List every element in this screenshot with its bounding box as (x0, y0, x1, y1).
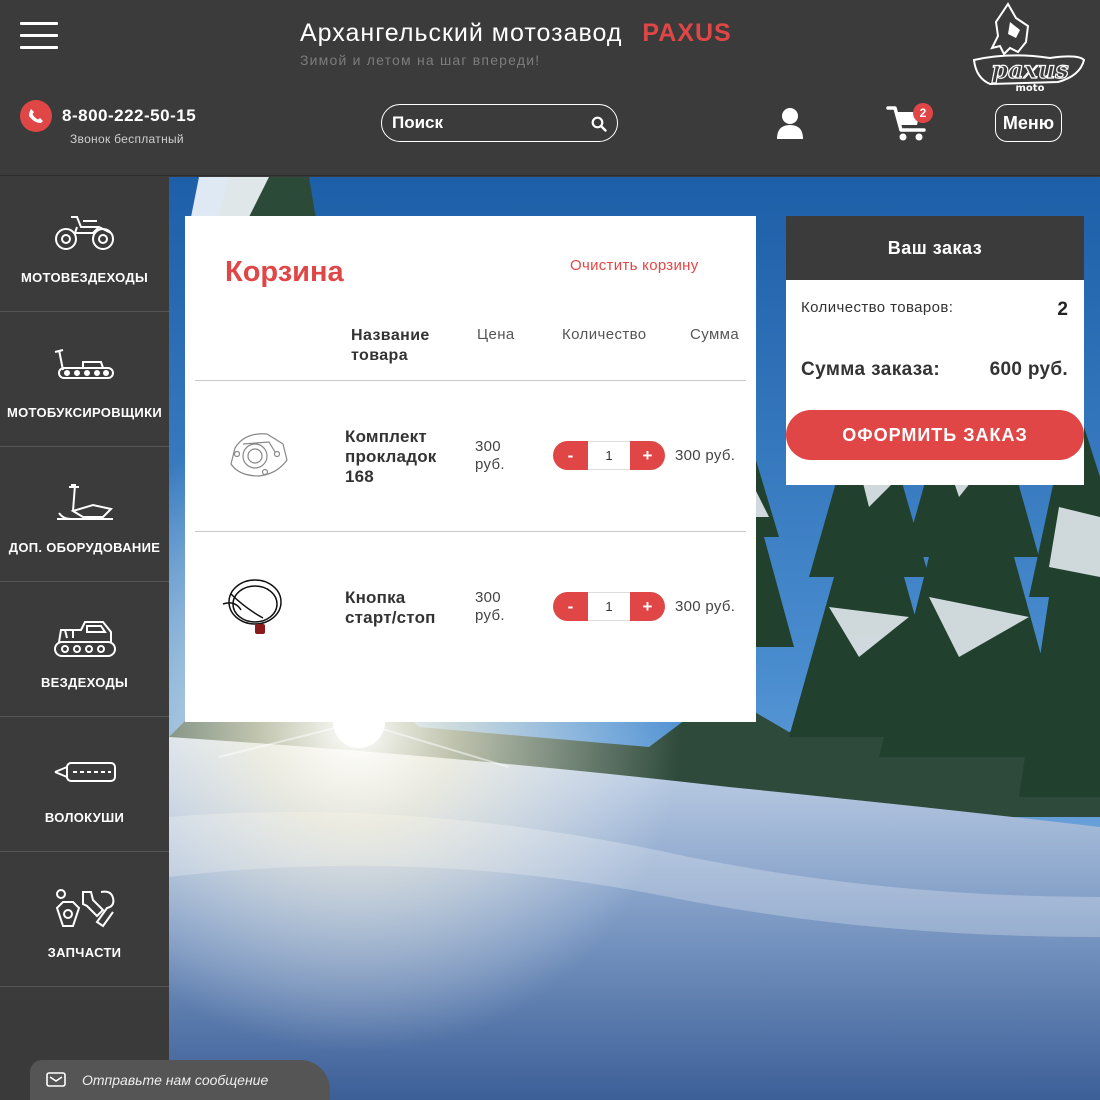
search-icon[interactable] (591, 116, 607, 132)
sidebar-item-label: ЗАПЧАСТИ (47, 945, 122, 960)
qty-input[interactable] (588, 441, 630, 470)
row-product-name[interactable]: Комплект прокладок 168 (345, 427, 460, 487)
row-price: 300 руб. (475, 589, 505, 624)
menu-button[interactable]: Меню (995, 104, 1062, 142)
logo-subtext: moto (1016, 83, 1045, 94)
site-header: Архангельский мотозавод PAXUS Зимой и ле… (0, 0, 1100, 176)
chat-widget-label: Отправьте нам сообщение (82, 1072, 269, 1088)
order-summary: Ваш заказ Количество товаров: 2 Сумма за… (786, 216, 1084, 485)
search-input[interactable] (392, 111, 582, 135)
order-count-label: Количество товаров: (801, 299, 954, 316)
logo-text: paxus (991, 55, 1069, 84)
sidebar-item-label: ДОП. ОБОРУДОВАНИЕ (8, 540, 161, 555)
motor-tug-icon (54, 349, 114, 379)
order-title: Ваш заказ (786, 216, 1084, 280)
quantity-stepper: - + (553, 592, 665, 621)
sidebar-item-label: МОТОВЕЗДЕХОДЫ (21, 270, 148, 285)
sidebar-item-parts[interactable]: ЗАПЧАСТИ (0, 852, 169, 987)
column-header-qty: Количество (562, 326, 647, 343)
envelope-icon (46, 1072, 66, 1087)
cart-title: Корзина (225, 256, 344, 288)
column-header-name: Название товара (351, 327, 430, 364)
quantity-stepper: - + (553, 441, 665, 470)
column-header-price: Цена (477, 326, 515, 343)
row-price: 300 руб. (475, 438, 505, 473)
tracked-vehicle-icon (53, 621, 116, 657)
brand-block: Архангельский мотозавод PAXUS Зимой и ле… (300, 19, 820, 68)
phone-number[interactable]: 8-800-222-50-15 (62, 106, 196, 126)
sidebar-item-tracked[interactable]: ВЕЗДЕХОДЫ (0, 582, 169, 717)
paxus-logo[interactable]: paxus moto (970, 0, 1090, 94)
order-count-value: 2 (1057, 299, 1068, 320)
brand-tagline: Зимой и летом на шаг впереди! (300, 52, 541, 68)
divider (195, 531, 746, 532)
brand-accent: PAXUS (642, 19, 732, 47)
qty-plus-button[interactable]: + (630, 441, 665, 470)
cart-panel: Корзина Очистить корзину Название товара… (185, 216, 756, 722)
atv-icon (54, 216, 114, 250)
brand-name: Архангельский мотозавод (300, 19, 623, 47)
sidebar-item-motor-tug[interactable]: МОТОБУКСИРОВЩИКИ (0, 312, 169, 447)
phone-note: Звонок бесплатный (70, 132, 184, 146)
sidebar-item-sleds[interactable]: ВОЛОКУШИ (0, 717, 169, 852)
sled-icon (54, 762, 116, 782)
qty-minus-button[interactable]: - (553, 441, 588, 470)
chat-widget[interactable]: Отправьте нам сообщение (30, 1060, 330, 1100)
order-sum-label: Сумма заказа: (801, 359, 941, 380)
order-sum-value: 600 руб. (989, 359, 1068, 380)
sidebar-item-atv[interactable]: МОТОВЕЗДЕХОДЫ (0, 177, 169, 312)
row-sum: 300 руб. (675, 598, 736, 615)
divider (195, 380, 746, 381)
spare-parts-icon (55, 889, 114, 928)
phone-icon[interactable] (20, 100, 52, 132)
start-stop-cable-icon[interactable] (215, 574, 301, 638)
sidebar-item-label: ВОЛОКУШИ (44, 810, 125, 825)
hamburger-menu-icon[interactable] (20, 22, 60, 50)
row-sum: 300 руб. (675, 447, 736, 464)
column-header-sum: Сумма (690, 326, 740, 343)
sidebar-item-equipment[interactable]: ДОП. ОБОРУДОВАНИЕ (0, 447, 169, 582)
row-product-name[interactable]: Кнопка старт/стоп (345, 588, 460, 628)
sidebar-item-label: МОТОБУКСИРОВЩИКИ (7, 405, 162, 420)
sidebar-item-label: ВЕЗДЕХОДЫ (40, 675, 129, 690)
cart-count-badge: 2 (913, 103, 933, 123)
brand-title: Архангельский мотозавод PAXUS (300, 19, 820, 48)
qty-input[interactable] (588, 592, 630, 621)
gasket-icon[interactable] (215, 424, 301, 488)
plow-icon (56, 484, 113, 520)
search-box (381, 104, 618, 142)
qty-minus-button[interactable]: - (553, 592, 588, 621)
qty-plus-button[interactable]: + (630, 592, 665, 621)
clear-cart-link[interactable]: Очистить корзину (570, 257, 699, 274)
user-icon[interactable] (776, 107, 804, 139)
checkout-button[interactable]: ОФОРМИТЬ ЗАКАЗ (786, 410, 1084, 460)
category-sidebar: МОТОВЕЗДЕХОДЫ МОТОБУКСИРОВЩИКИ ДОП. ОБОР… (0, 177, 169, 1001)
